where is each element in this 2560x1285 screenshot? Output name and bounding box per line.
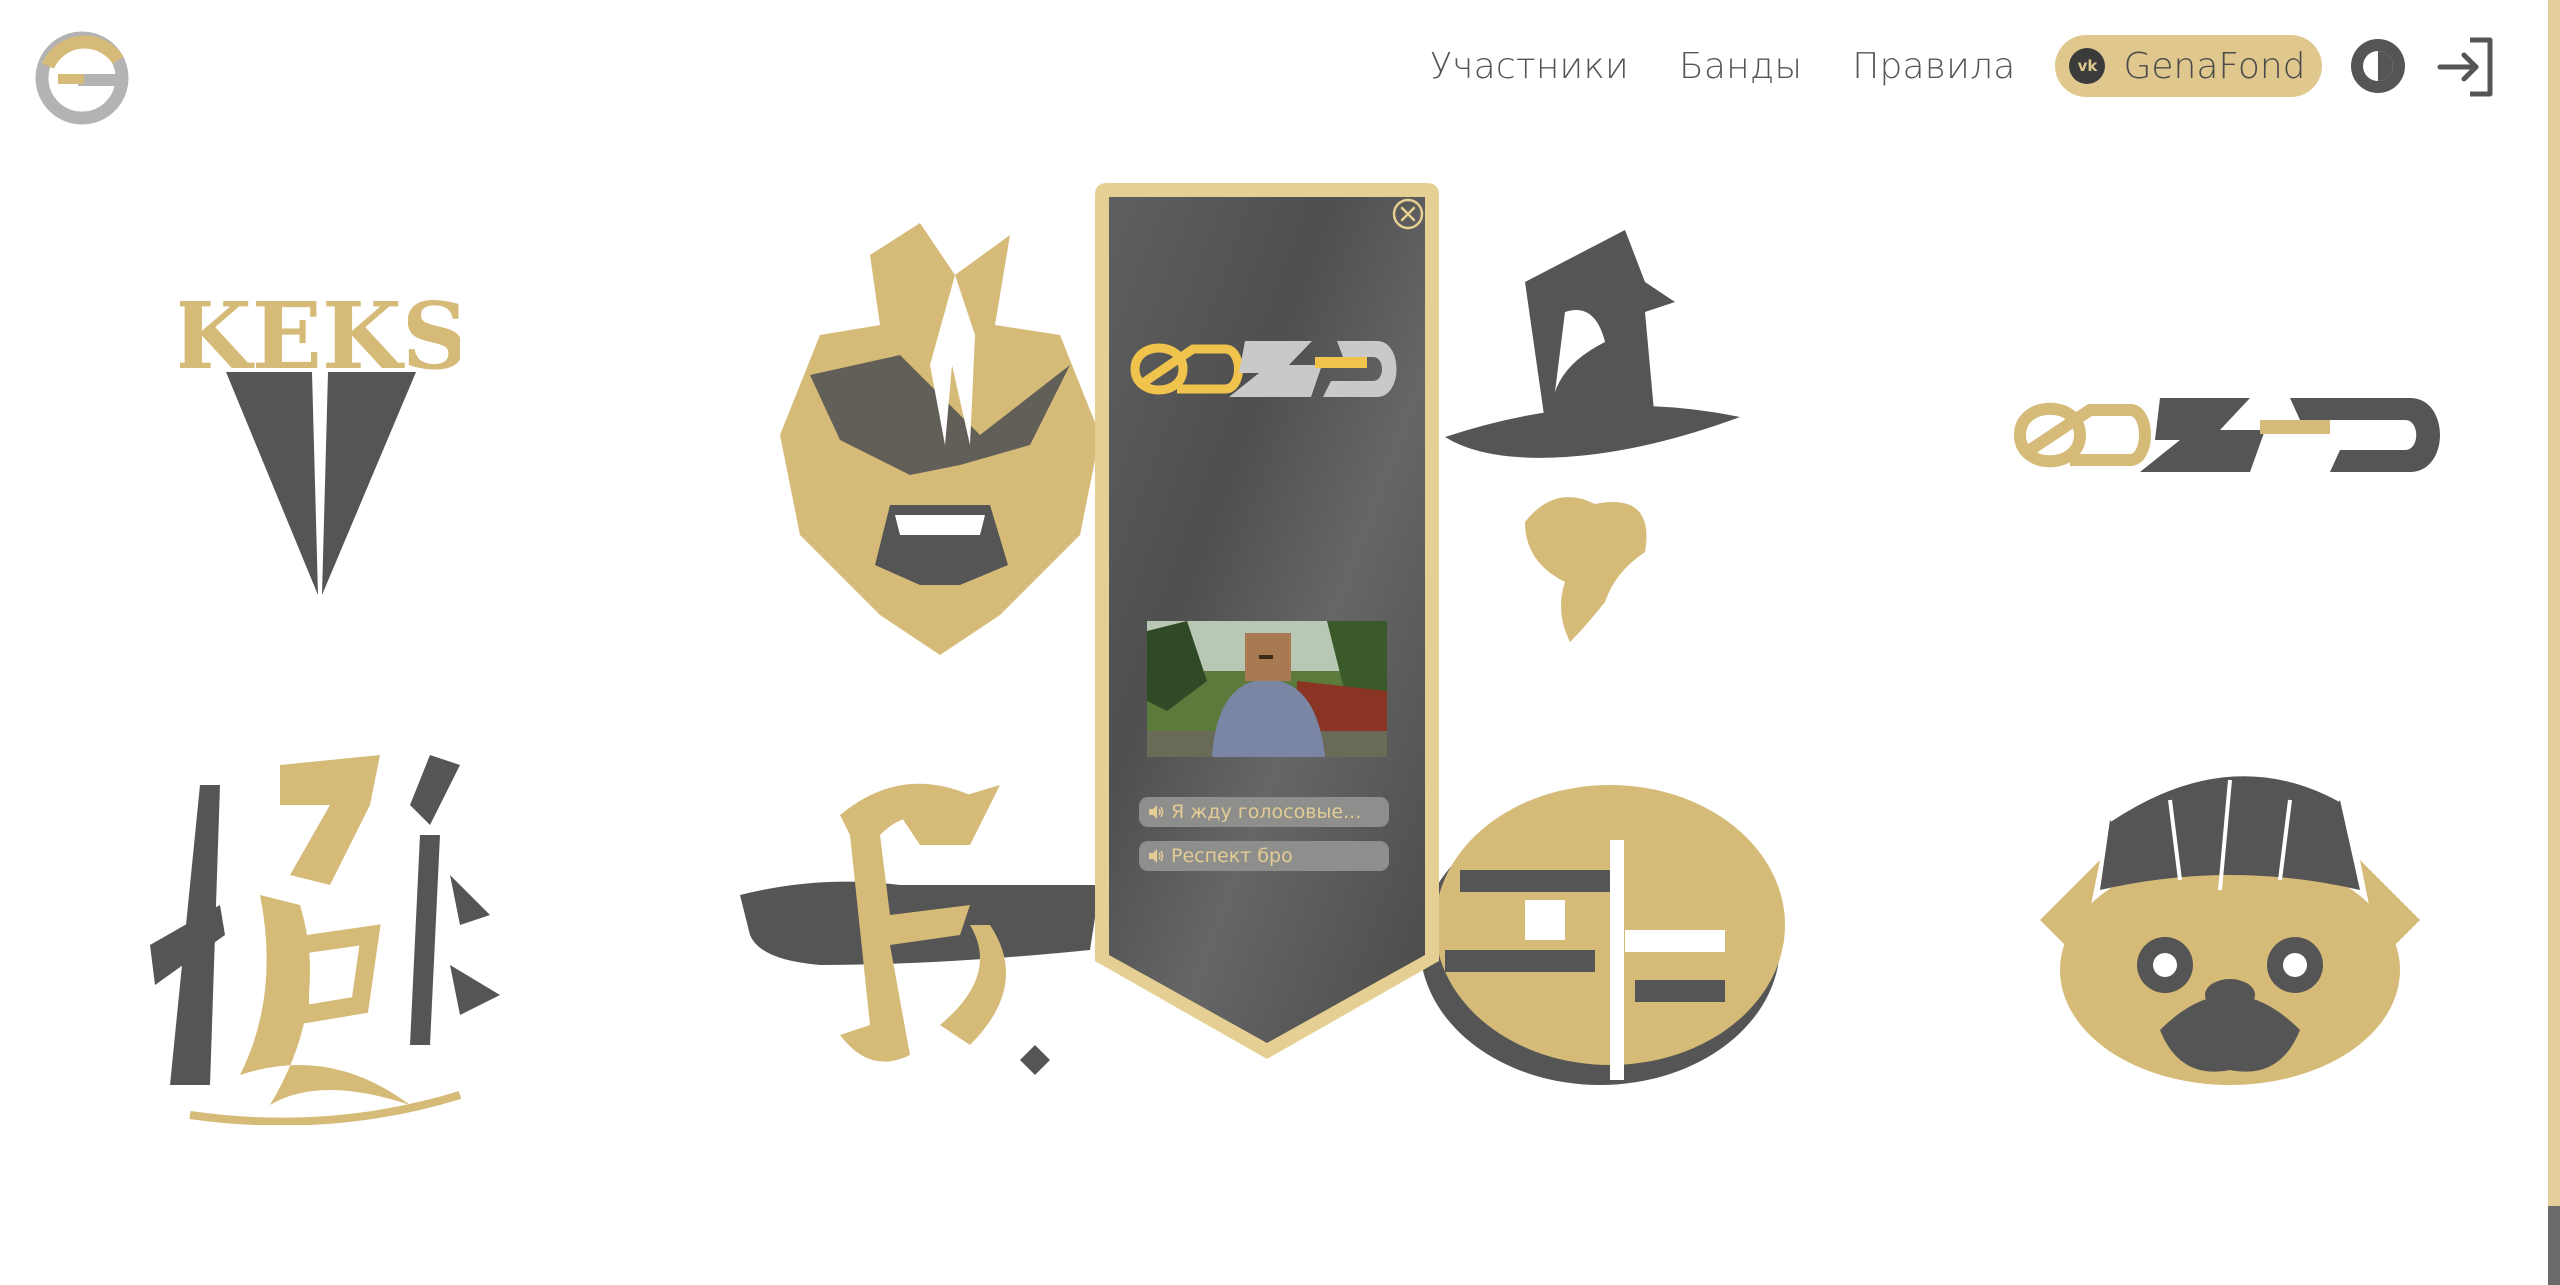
nav-link-rules[interactable]: Правила <box>1852 46 2015 87</box>
popup-close-button[interactable] <box>1391 197 1425 231</box>
keks-emblem-text: KEKS <box>180 282 460 390</box>
voice-message-2[interactable]: Респект бро <box>1139 841 1389 871</box>
close-icon <box>1392 198 1424 230</box>
page-scrollbar[interactable] <box>2548 0 2560 1285</box>
gang-emblem-hieroglyph[interactable] <box>130 745 510 1125</box>
login-button[interactable] <box>2436 36 2498 98</box>
gang-emblem-wizard[interactable] <box>1445 222 1745 642</box>
speaker-icon <box>1149 805 1164 819</box>
site-logo[interactable] <box>34 30 130 126</box>
login-icon <box>2437 37 2493 97</box>
gang-emblem-gorilla[interactable] <box>780 215 1100 655</box>
gang-popup: Я жду голосовые... Респект бро <box>1095 183 1439 1059</box>
gang-emblem-eg-monogram[interactable] <box>1405 780 1785 1090</box>
scrollbar-thumb[interactable] <box>2548 1206 2560 1285</box>
contrast-icon <box>2351 39 2405 93</box>
theme-toggle-button[interactable] <box>2349 37 2407 95</box>
nav-link-gangs[interactable]: Банды <box>1679 46 1802 87</box>
voice-message-1[interactable]: Я жду голосовые... <box>1139 797 1389 827</box>
vk-username: GenaFond <box>2123 45 2306 87</box>
gang-emblem-pug[interactable] <box>2040 760 2420 1085</box>
vk-icon: vk <box>2069 48 2106 84</box>
gang-photo[interactable] <box>1147 621 1387 757</box>
speaker-icon <box>1149 849 1164 863</box>
popup-gang-logo <box>1127 333 1403 405</box>
voice-message-label: Респект бро <box>1171 845 1293 867</box>
gang-emblem-gothic-f[interactable] <box>740 775 1100 1080</box>
vk-profile-button[interactable]: vk GenaFond <box>2055 35 2322 97</box>
main-nav: Участники Банды Правила vk GenaFond <box>1430 34 2322 98</box>
nav-link-participants[interactable]: Участники <box>1430 46 1629 87</box>
gang-emblem-keks[interactable]: KEKS <box>180 270 460 600</box>
gang-emblem-ezed[interactable] <box>2010 390 2450 480</box>
voice-message-label: Я жду голосовые... <box>1171 801 1362 823</box>
